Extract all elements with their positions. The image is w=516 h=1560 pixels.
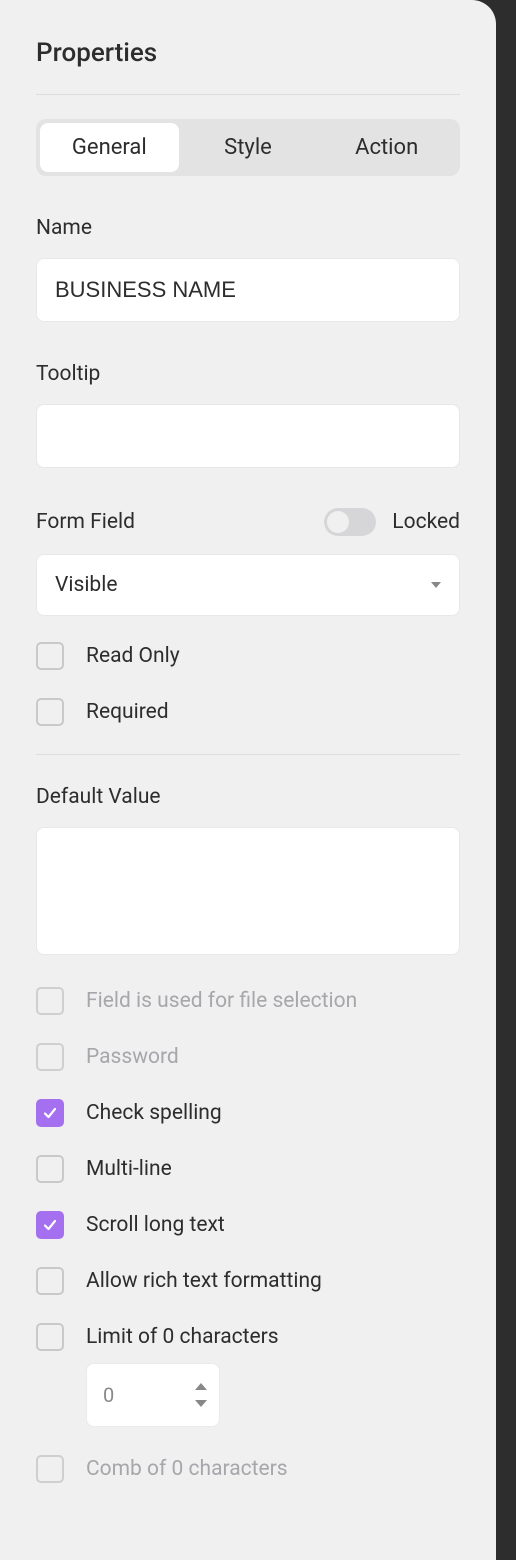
file-selection-row: Field is used for file selection: [36, 987, 460, 1015]
form-field-row: Form Field Locked: [36, 508, 460, 536]
form-field-label: Form Field: [36, 510, 135, 534]
arrow-down-icon[interactable]: [195, 1400, 207, 1407]
limit-checkbox[interactable]: [36, 1323, 64, 1351]
read-only-row: Read Only: [36, 642, 460, 670]
tab-style[interactable]: Style: [179, 123, 318, 172]
multiline-row: Multi-line: [36, 1155, 460, 1183]
name-input[interactable]: [36, 258, 460, 322]
check-spelling-checkbox[interactable]: [36, 1099, 64, 1127]
scroll-long-text-label: Scroll long text: [86, 1213, 225, 1237]
toggle-knob: [327, 511, 349, 533]
arrow-up-icon[interactable]: [195, 1383, 207, 1390]
multiline-label: Multi-line: [86, 1157, 172, 1181]
rich-text-row: Allow rich text formatting: [36, 1267, 460, 1295]
visibility-value: Visible: [55, 573, 117, 597]
read-only-label: Read Only: [86, 644, 180, 668]
divider: [36, 754, 460, 755]
default-value-input[interactable]: [36, 827, 460, 955]
required-label: Required: [86, 700, 169, 724]
rich-text-checkbox[interactable]: [36, 1267, 64, 1295]
visibility-select[interactable]: Visible: [36, 554, 460, 616]
limit-stepper[interactable]: 0: [86, 1363, 220, 1427]
comb-row: Comb of 0 characters: [36, 1455, 460, 1483]
comb-checkbox: [36, 1455, 64, 1483]
required-checkbox[interactable]: [36, 698, 64, 726]
password-checkbox: [36, 1043, 64, 1071]
tooltip-field-group: Tooltip: [36, 362, 460, 468]
scroll-long-text-checkbox[interactable]: [36, 1211, 64, 1239]
multiline-checkbox[interactable]: [36, 1155, 64, 1183]
password-label: Password: [86, 1045, 179, 1069]
default-value-label: Default Value: [36, 785, 460, 809]
tooltip-input[interactable]: [36, 404, 460, 468]
check-spelling-label: Check spelling: [86, 1101, 222, 1125]
default-value-group: Default Value: [36, 785, 460, 959]
form-field-group: Form Field Locked Visible Read Only Requ…: [36, 508, 460, 726]
panel-title: Properties: [36, 38, 460, 68]
limit-stepper-value: 0: [103, 1383, 114, 1407]
scroll-long-text-row: Scroll long text: [36, 1211, 460, 1239]
tab-general[interactable]: General: [40, 123, 179, 172]
locked-toggle[interactable]: [324, 508, 376, 536]
locked-group: Locked: [324, 508, 460, 536]
tab-action[interactable]: Action: [317, 123, 456, 172]
chevron-down-icon: [431, 582, 441, 588]
required-row: Required: [36, 698, 460, 726]
check-spelling-row: Check spelling: [36, 1099, 460, 1127]
limit-stepper-row: 0: [36, 1363, 460, 1427]
limit-stepper-arrows: [195, 1383, 207, 1407]
name-field-group: Name: [36, 216, 460, 322]
properties-panel: Properties General Style Action Name Too…: [0, 0, 496, 1560]
tab-bar: General Style Action: [36, 119, 460, 176]
limit-row: Limit of 0 characters: [36, 1323, 460, 1351]
tooltip-label: Tooltip: [36, 362, 460, 386]
file-selection-checkbox: [36, 987, 64, 1015]
rich-text-label: Allow rich text formatting: [86, 1269, 322, 1293]
read-only-checkbox[interactable]: [36, 642, 64, 670]
file-selection-label: Field is used for file selection: [86, 989, 357, 1013]
divider: [36, 94, 460, 95]
comb-label: Comb of 0 characters: [86, 1457, 288, 1481]
locked-label: Locked: [392, 510, 460, 534]
name-label: Name: [36, 216, 460, 240]
limit-label: Limit of 0 characters: [86, 1325, 279, 1349]
password-row: Password: [36, 1043, 460, 1071]
